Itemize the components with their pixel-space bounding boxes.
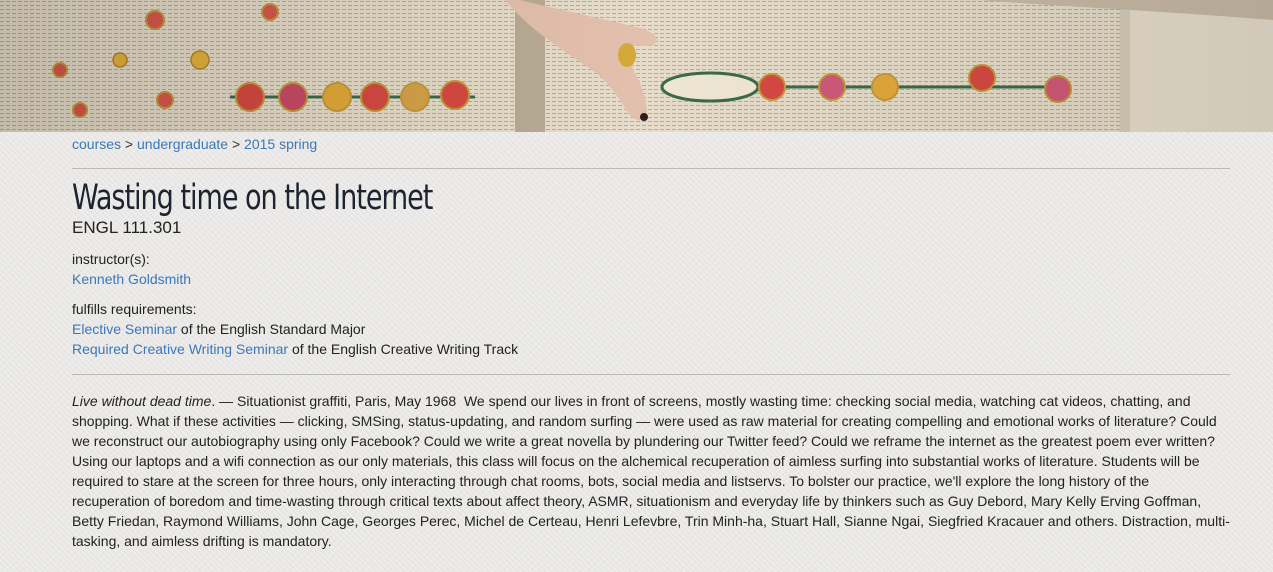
requirements-section: fulfills requirements: Elective Seminar … <box>72 299 1230 359</box>
required-creative-writing-seminar-link[interactable]: Required Creative Writing Seminar <box>72 341 288 357</box>
course-description: Live without dead time. — Situationist g… <box>72 391 1230 551</box>
breadcrumb-undergraduate-link[interactable]: undergraduate <box>137 136 228 152</box>
instructor-link[interactable]: Kenneth Goldsmith <box>72 271 191 287</box>
hero-banner-image <box>0 0 1273 132</box>
instructors-label: instructor(s): <box>72 251 150 267</box>
requirement-text: of the English Standard Major <box>177 321 366 337</box>
divider <box>72 374 1230 375</box>
divider <box>72 168 1230 169</box>
requirements-label: fulfills requirements: <box>72 301 197 317</box>
course-code: ENGL 111.301 <box>72 218 182 237</box>
breadcrumb-separator: > <box>124 136 134 152</box>
requirement-item: Elective Seminar of the English Standard… <box>72 319 1230 339</box>
epigraph: Live without dead time <box>72 393 212 409</box>
requirement-text: of the English Creative Writing Track <box>288 341 519 357</box>
breadcrumb-courses-link[interactable]: courses <box>72 136 121 152</box>
description-body: We spend our lives in front of screens, … <box>72 393 1230 549</box>
course-content: courses > undergraduate > 2015 spring Wa… <box>72 132 1230 565</box>
page-title: Wasting time on the Internet <box>72 178 433 218</box>
instructors-section: instructor(s): Kenneth Goldsmith <box>72 249 1230 289</box>
manuscript-photo <box>0 0 1273 132</box>
breadcrumb: courses > undergraduate > 2015 spring <box>72 134 1230 154</box>
epigraph-attribution: . — Situationist graffiti, Paris, May 19… <box>211 393 464 409</box>
requirement-item: Required Creative Writing Seminar of the… <box>72 339 1230 359</box>
breadcrumb-separator: > <box>231 136 241 152</box>
elective-seminar-link[interactable]: Elective Seminar <box>72 321 177 337</box>
breadcrumb-2015-spring-link[interactable]: 2015 spring <box>244 136 317 152</box>
